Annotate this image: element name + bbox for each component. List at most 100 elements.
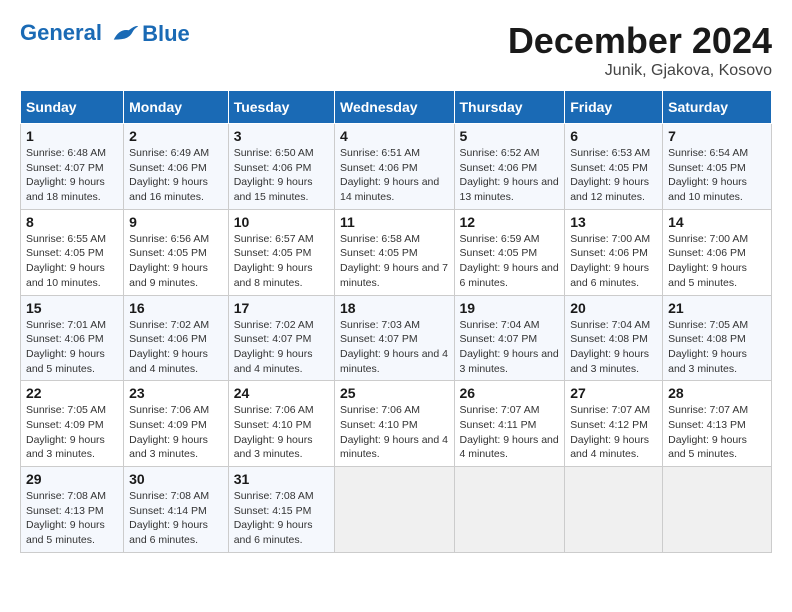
logo-text-blue: Blue <box>142 22 190 46</box>
column-header-thursday: Thursday <box>454 91 565 124</box>
day-number: 22 <box>26 385 118 401</box>
day-info: Sunrise: 7:05 AMSunset: 4:08 PMDaylight:… <box>668 318 766 377</box>
day-info: Sunrise: 7:08 AMSunset: 4:15 PMDaylight:… <box>234 489 329 548</box>
calendar-body: 1 Sunrise: 6:48 AMSunset: 4:07 PMDayligh… <box>21 124 772 553</box>
calendar-cell: 22 Sunrise: 7:05 AMSunset: 4:09 PMDaylig… <box>21 381 124 467</box>
calendar-cell: 31 Sunrise: 7:08 AMSunset: 4:15 PMDaylig… <box>228 467 334 553</box>
day-info: Sunrise: 6:55 AMSunset: 4:05 PMDaylight:… <box>26 232 118 291</box>
day-number: 21 <box>668 300 766 316</box>
calendar-cell: 8 Sunrise: 6:55 AMSunset: 4:05 PMDayligh… <box>21 209 124 295</box>
week-row: 8 Sunrise: 6:55 AMSunset: 4:05 PMDayligh… <box>21 209 772 295</box>
day-info: Sunrise: 7:06 AMSunset: 4:10 PMDaylight:… <box>340 403 449 462</box>
day-number: 28 <box>668 385 766 401</box>
calendar-cell: 1 Sunrise: 6:48 AMSunset: 4:07 PMDayligh… <box>21 124 124 210</box>
day-info: Sunrise: 6:53 AMSunset: 4:05 PMDaylight:… <box>570 146 657 205</box>
day-number: 1 <box>26 128 118 144</box>
column-header-wednesday: Wednesday <box>334 91 454 124</box>
day-number: 8 <box>26 214 118 230</box>
day-info: Sunrise: 7:04 AMSunset: 4:07 PMDaylight:… <box>460 318 560 377</box>
day-number: 13 <box>570 214 657 230</box>
calendar-cell: 30 Sunrise: 7:08 AMSunset: 4:14 PMDaylig… <box>124 467 229 553</box>
calendar-cell: 26 Sunrise: 7:07 AMSunset: 4:11 PMDaylig… <box>454 381 565 467</box>
calendar-cell: 3 Sunrise: 6:50 AMSunset: 4:06 PMDayligh… <box>228 124 334 210</box>
day-number: 23 <box>129 385 223 401</box>
calendar-table: SundayMondayTuesdayWednesdayThursdayFrid… <box>20 90 772 553</box>
calendar-cell: 25 Sunrise: 7:06 AMSunset: 4:10 PMDaylig… <box>334 381 454 467</box>
day-info: Sunrise: 6:48 AMSunset: 4:07 PMDaylight:… <box>26 146 118 205</box>
day-number: 4 <box>340 128 449 144</box>
day-info: Sunrise: 7:03 AMSunset: 4:07 PMDaylight:… <box>340 318 449 377</box>
logo-bird-icon <box>110 20 140 48</box>
day-number: 27 <box>570 385 657 401</box>
day-number: 12 <box>460 214 560 230</box>
day-info: Sunrise: 6:50 AMSunset: 4:06 PMDaylight:… <box>234 146 329 205</box>
day-number: 10 <box>234 214 329 230</box>
calendar-cell: 28 Sunrise: 7:07 AMSunset: 4:13 PMDaylig… <box>663 381 772 467</box>
day-number: 19 <box>460 300 560 316</box>
calendar-cell: 5 Sunrise: 6:52 AMSunset: 4:06 PMDayligh… <box>454 124 565 210</box>
day-info: Sunrise: 6:58 AMSunset: 4:05 PMDaylight:… <box>340 232 449 291</box>
week-row: 1 Sunrise: 6:48 AMSunset: 4:07 PMDayligh… <box>21 124 772 210</box>
calendar-cell: 15 Sunrise: 7:01 AMSunset: 4:06 PMDaylig… <box>21 295 124 381</box>
calendar-header-row: SundayMondayTuesdayWednesdayThursdayFrid… <box>21 91 772 124</box>
calendar-cell <box>454 467 565 553</box>
day-info: Sunrise: 7:02 AMSunset: 4:07 PMDaylight:… <box>234 318 329 377</box>
week-row: 15 Sunrise: 7:01 AMSunset: 4:06 PMDaylig… <box>21 295 772 381</box>
calendar-cell: 10 Sunrise: 6:57 AMSunset: 4:05 PMDaylig… <box>228 209 334 295</box>
day-info: Sunrise: 7:00 AMSunset: 4:06 PMDaylight:… <box>570 232 657 291</box>
calendar-cell: 16 Sunrise: 7:02 AMSunset: 4:06 PMDaylig… <box>124 295 229 381</box>
logo-text-general: General <box>20 20 102 45</box>
day-info: Sunrise: 7:08 AMSunset: 4:14 PMDaylight:… <box>129 489 223 548</box>
day-number: 24 <box>234 385 329 401</box>
column-header-tuesday: Tuesday <box>228 91 334 124</box>
calendar-cell: 23 Sunrise: 7:06 AMSunset: 4:09 PMDaylig… <box>124 381 229 467</box>
day-info: Sunrise: 7:02 AMSunset: 4:06 PMDaylight:… <box>129 318 223 377</box>
calendar-cell: 12 Sunrise: 6:59 AMSunset: 4:05 PMDaylig… <box>454 209 565 295</box>
day-info: Sunrise: 6:51 AMSunset: 4:06 PMDaylight:… <box>340 146 449 205</box>
page-header: General Blue December 2024 Junik, Gjakov… <box>20 20 772 80</box>
day-info: Sunrise: 7:08 AMSunset: 4:13 PMDaylight:… <box>26 489 118 548</box>
day-number: 31 <box>234 471 329 487</box>
column-header-saturday: Saturday <box>663 91 772 124</box>
day-number: 26 <box>460 385 560 401</box>
day-number: 29 <box>26 471 118 487</box>
calendar-cell: 11 Sunrise: 6:58 AMSunset: 4:05 PMDaylig… <box>334 209 454 295</box>
day-info: Sunrise: 7:05 AMSunset: 4:09 PMDaylight:… <box>26 403 118 462</box>
calendar-cell: 13 Sunrise: 7:00 AMSunset: 4:06 PMDaylig… <box>565 209 663 295</box>
day-number: 17 <box>234 300 329 316</box>
week-row: 29 Sunrise: 7:08 AMSunset: 4:13 PMDaylig… <box>21 467 772 553</box>
column-header-monday: Monday <box>124 91 229 124</box>
day-number: 7 <box>668 128 766 144</box>
day-info: Sunrise: 6:59 AMSunset: 4:05 PMDaylight:… <box>460 232 560 291</box>
day-info: Sunrise: 6:57 AMSunset: 4:05 PMDaylight:… <box>234 232 329 291</box>
calendar-cell: 2 Sunrise: 6:49 AMSunset: 4:06 PMDayligh… <box>124 124 229 210</box>
day-info: Sunrise: 7:07 AMSunset: 4:11 PMDaylight:… <box>460 403 560 462</box>
calendar-cell: 29 Sunrise: 7:08 AMSunset: 4:13 PMDaylig… <box>21 467 124 553</box>
day-info: Sunrise: 6:54 AMSunset: 4:05 PMDaylight:… <box>668 146 766 205</box>
title-block: December 2024 Junik, Gjakova, Kosovo <box>508 20 772 80</box>
day-info: Sunrise: 6:49 AMSunset: 4:06 PMDaylight:… <box>129 146 223 205</box>
logo: General Blue <box>20 20 190 48</box>
day-number: 3 <box>234 128 329 144</box>
calendar-cell: 27 Sunrise: 7:07 AMSunset: 4:12 PMDaylig… <box>565 381 663 467</box>
day-info: Sunrise: 6:52 AMSunset: 4:06 PMDaylight:… <box>460 146 560 205</box>
calendar-cell: 4 Sunrise: 6:51 AMSunset: 4:06 PMDayligh… <box>334 124 454 210</box>
day-number: 2 <box>129 128 223 144</box>
calendar-cell <box>334 467 454 553</box>
day-number: 30 <box>129 471 223 487</box>
day-number: 5 <box>460 128 560 144</box>
day-info: Sunrise: 6:56 AMSunset: 4:05 PMDaylight:… <box>129 232 223 291</box>
day-number: 14 <box>668 214 766 230</box>
day-number: 15 <box>26 300 118 316</box>
calendar-cell <box>663 467 772 553</box>
location: Junik, Gjakova, Kosovo <box>508 62 772 80</box>
calendar-cell: 18 Sunrise: 7:03 AMSunset: 4:07 PMDaylig… <box>334 295 454 381</box>
day-info: Sunrise: 7:07 AMSunset: 4:13 PMDaylight:… <box>668 403 766 462</box>
calendar-cell: 21 Sunrise: 7:05 AMSunset: 4:08 PMDaylig… <box>663 295 772 381</box>
month-title: December 2024 <box>508 20 772 62</box>
day-number: 11 <box>340 214 449 230</box>
column-header-sunday: Sunday <box>21 91 124 124</box>
calendar-cell: 14 Sunrise: 7:00 AMSunset: 4:06 PMDaylig… <box>663 209 772 295</box>
day-info: Sunrise: 7:06 AMSunset: 4:10 PMDaylight:… <box>234 403 329 462</box>
day-info: Sunrise: 7:06 AMSunset: 4:09 PMDaylight:… <box>129 403 223 462</box>
